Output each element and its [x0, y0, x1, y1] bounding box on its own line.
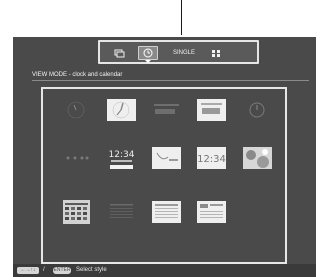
clock-mode-button[interactable] [138, 46, 158, 60]
frame-screen: SINGLE VIEW MODE - clock and calendar 12… [13, 37, 316, 277]
selected-indicator-arrow [145, 60, 151, 63]
single-mode-button[interactable]: SINGLE [169, 46, 199, 60]
style-thumb-calendar-white[interactable] [152, 201, 181, 223]
slideshow-icon [110, 46, 128, 60]
view-mode-title: VIEW MODE - clock and calendar [32, 71, 309, 81]
style-thumb-round-dark[interactable] [243, 99, 272, 121]
style-thumb-digital-white[interactable]: 12:34 [197, 147, 226, 169]
style-thumb-digital-big-dark[interactable]: 12:34 [107, 144, 136, 170]
slideshow-mode-button[interactable] [110, 46, 128, 60]
index-mode-button[interactable] [207, 46, 225, 60]
view-mode-toolbar: SINGLE [98, 40, 259, 64]
single-mode-label: SINGLE [172, 50, 195, 56]
enter-key: ENTER [53, 267, 71, 274]
hint-separator: / [43, 267, 45, 273]
style-thumb-calendar-dark2[interactable] [107, 201, 136, 223]
index-icon [207, 46, 225, 60]
operation-hint-bar: ←→↑↓ / ENTER Select style [13, 264, 316, 277]
nav-arrows-key: ←→↑↓ [17, 267, 39, 274]
style-thumb-analog-white[interactable] [152, 147, 181, 169]
digital-white-time: 12:34 [197, 154, 226, 165]
style-thumb-digital-light[interactable] [197, 99, 226, 121]
style-thumb-calendar-dark[interactable] [62, 199, 91, 225]
style-thumb-digital-dark[interactable] [152, 99, 181, 121]
clock-icon [139, 47, 157, 59]
callout-line-top [181, 0, 182, 35]
clock-style-grid: 12:34 12:34 [41, 87, 287, 264]
digital-big-time: 12:34 [109, 150, 135, 160]
style-thumb-analog-light[interactable] [107, 99, 136, 121]
style-thumb-photo[interactable] [243, 147, 272, 169]
style-thumb-analog-dark[interactable] [62, 99, 91, 121]
style-thumb-dots-dark[interactable] [62, 147, 91, 169]
select-style-hint: Select style [76, 267, 107, 273]
style-thumb-calendar-photo[interactable] [197, 201, 226, 223]
